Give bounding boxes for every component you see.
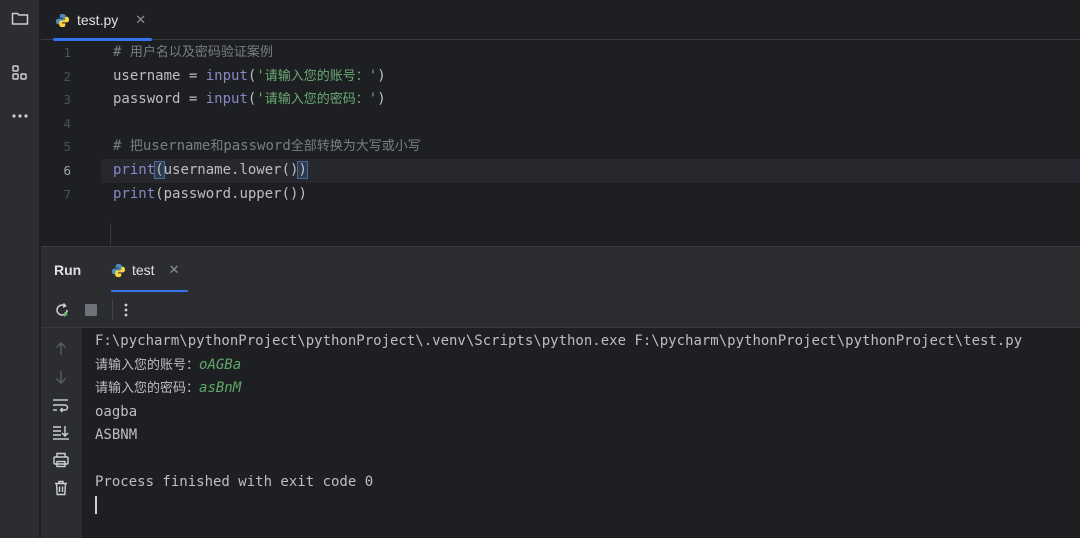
code-line-1: # 用户名以及密码验证案例 [113,44,273,60]
line-number-current: 6 [63,163,71,178]
run-tool-window-header: Run test ✕ [41,246,1080,293]
more-vertical-icon[interactable] [114,298,138,322]
code-line-2: username = input('请输入您的账号：') [113,67,386,84]
line-number: 1 [63,45,71,60]
indent-guide [110,223,111,245]
rerun-icon[interactable] [50,298,74,322]
console-prompt-password: 请输入您的密码：asBnM [95,380,242,396]
console-user-input: asBnM [199,380,242,396]
run-tab-label: test [132,262,155,278]
line-number-gutter: 1 2 3 4 5 6 7 [41,41,101,245]
code-editor[interactable]: 1 2 3 4 5 6 7 # 用户名以及密码验证案例 username = i… [41,41,1080,245]
code-line-3: password = input('请输入您的密码：') [113,91,386,107]
close-icon[interactable]: ✕ [169,263,180,278]
line-number: 3 [63,92,71,107]
console-command-line: F:\pycharm\pythonProject\pythonProject\.… [95,333,1023,349]
python-run-icon [111,263,126,277]
code-line-6: print(username.lower()) [113,161,308,179]
console-output-line: oagba [95,403,138,420]
editor-tab-test-py[interactable]: test.py ✕ [53,0,153,41]
line-number: 4 [63,115,71,131]
console-output[interactable]: F:\pycharm\pythonProject\pythonProject\.… [82,328,1080,538]
run-panel-title: Run [54,262,82,278]
console-output-line: ASBNM [95,427,138,443]
python-file-icon [55,13,70,27]
toolbar-separator [112,300,113,320]
line-number: 7 [63,186,71,202]
console-exit-message: Process finished with exit code 0 [95,474,374,490]
code-line-5: # 把username和password全部转换为大写或小写 [113,138,421,154]
structure-icon[interactable] [6,59,34,87]
soft-wrap-icon[interactable] [50,394,72,416]
arrow-down-icon[interactable] [50,366,72,388]
run-tab-test[interactable]: test ✕ [111,247,188,293]
close-icon[interactable]: ✕ [135,13,146,28]
matched-paren: ) [297,161,308,179]
code-line-7: print(password.upper()) [113,185,307,202]
stop-icon[interactable] [79,298,103,322]
line-number: 2 [63,68,71,84]
run-toolbar [41,292,1080,328]
arrow-up-icon[interactable] [50,338,72,360]
run-side-toolbar [41,328,82,538]
print-icon[interactable] [50,449,72,471]
editor-tab-label: test.py [77,12,119,28]
more-icon[interactable] [6,102,34,130]
activity-bar [0,0,40,538]
trash-icon[interactable] [50,477,72,499]
editor-tab-bar: test.py ✕ [41,0,1080,41]
console-prompt-account: 请输入您的账号：oAGBa [95,356,242,373]
line-number: 5 [63,139,71,154]
matched-paren: ( [154,161,165,179]
folder-icon[interactable] [6,4,34,32]
console-user-input: oAGBa [199,356,242,373]
scroll-to-end-icon[interactable] [50,421,72,443]
text-cursor [95,496,97,514]
